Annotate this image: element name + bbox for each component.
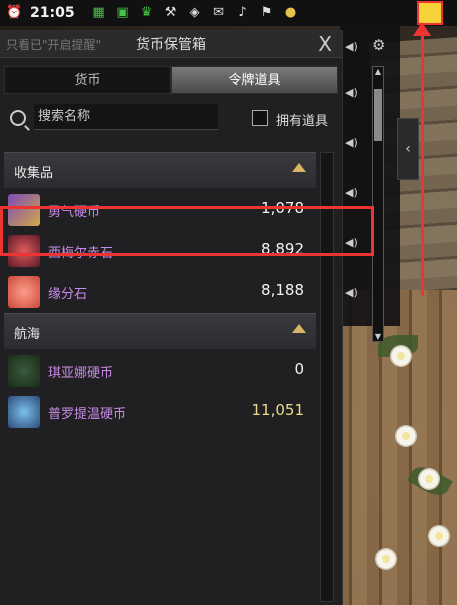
tab-currency[interactable]: 货币 (4, 66, 171, 94)
category-header[interactable]: 收集品 (4, 152, 316, 188)
owned-items-checkbox[interactable] (252, 110, 268, 126)
category-header[interactable]: 航海 (4, 313, 316, 349)
chat-scrollbar[interactable]: ▲ ▼ (372, 66, 384, 342)
item-name: 缘分石 (48, 287, 88, 302)
mail-icon[interactable]: ✉ (211, 5, 227, 21)
crown-icon[interactable]: ♛ (139, 5, 155, 21)
speaker-icon[interactable]: ◀) (345, 286, 358, 300)
chevron-up-icon[interactable] (292, 324, 306, 333)
list-item[interactable]: 缘分石 8,188 (4, 272, 316, 313)
owned-items-label: 拥有道具 (276, 114, 329, 129)
item-name: 普罗提温硬币 (48, 407, 127, 422)
chevron-up-icon[interactable] (292, 163, 306, 172)
close-icon[interactable]: X (318, 32, 332, 56)
speaker-icon[interactable]: ◀) (345, 136, 358, 150)
speaker-icon[interactable]: ◀) (345, 186, 358, 200)
category-label: 收集品 (14, 166, 54, 181)
item-count: 0 (294, 360, 304, 378)
flower (390, 345, 412, 367)
chat-strip: ◀) ◀) ◀) ◀) ◀) ◀) ⚙ ▲ ▼ (340, 26, 400, 342)
system-topbar: ⏰ 21:05 ▦ ▣ ♛ ⚒ ◈ ✉ ♪ ⚑ ● (0, 0, 457, 26)
flower (418, 468, 440, 490)
list-item[interactable]: 琪亚娜硬币 0 (4, 351, 316, 392)
chat-scroll-thumb[interactable] (374, 89, 382, 141)
tab-token-items[interactable]: 令牌道具 (171, 66, 338, 94)
flower (375, 548, 397, 570)
item-count: 8,188 (261, 281, 304, 299)
protiwen-coin-icon (8, 396, 40, 428)
bell-icon[interactable]: ♪ (235, 5, 251, 21)
collapse-chevron-icon[interactable]: ‹ (397, 118, 419, 180)
market-icon[interactable]: ⚑ (259, 5, 275, 21)
flower (395, 425, 417, 447)
speaker-icon[interactable]: ◀) (345, 86, 358, 100)
item-name: 琪亚娜硬币 (48, 366, 114, 381)
alarm-icon[interactable]: ⏰ (6, 5, 22, 21)
search-icon (10, 110, 26, 126)
panel-titlebar: 只看已"开启提醒" 货币保管箱 X (0, 30, 342, 58)
item-count: 11,051 (251, 401, 305, 419)
panel-title: 货币保管箱 (136, 37, 206, 53)
flower (428, 525, 450, 547)
search-row: 拥有道具 (0, 100, 342, 148)
list-item[interactable]: 普罗提温硬币 11,051 (4, 392, 316, 433)
kiana-coin-icon (8, 355, 40, 387)
wrench-icon[interactable]: ⚒ (163, 5, 179, 21)
panel-tabs: 货币 令牌道具 (4, 66, 338, 94)
clock-time: 21:05 (30, 5, 75, 21)
fate-stone-icon (8, 276, 40, 308)
search-input[interactable] (34, 104, 218, 130)
web-icon[interactable]: ▣ (115, 5, 131, 21)
currency-storage-panel: 只看已"开启提醒" 货币保管箱 X 货币 令牌道具 拥有道具 收集品 勇气硬币 … (0, 30, 343, 605)
speaker-icon[interactable]: ◀) (345, 40, 358, 54)
gear-icon[interactable]: ⚙ (372, 36, 385, 54)
annotation-highlight-box (0, 206, 374, 256)
scroll-down-icon[interactable]: ▼ (373, 332, 383, 341)
annotation-arrow-line (421, 28, 424, 296)
scroll-up-icon[interactable]: ▲ (373, 67, 383, 76)
gift-icon[interactable]: ◈ (187, 5, 203, 21)
category-label: 航海 (14, 327, 41, 342)
coins-icon[interactable]: ● (283, 5, 299, 21)
calendar-icon[interactable]: ▦ (91, 5, 107, 21)
